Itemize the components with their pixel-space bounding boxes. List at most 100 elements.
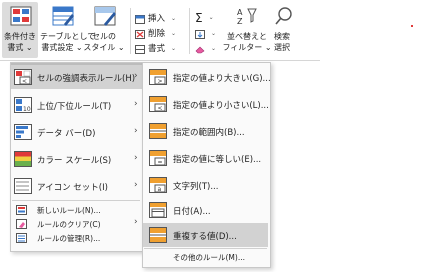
chevron-right-icon: › xyxy=(134,180,138,190)
sort-filter-label: 並べ替えと フィルター ⌄ xyxy=(222,32,272,52)
submenu-item-label: 指定の値より大きい(G)... xyxy=(173,74,271,84)
delete-button[interactable]: 削除 ⌄ xyxy=(135,28,176,40)
delete-label: 削除 xyxy=(148,29,166,39)
format-button[interactable]: 書式 ⌄ xyxy=(135,43,176,55)
submenu-item-text-contains[interactable]: a 文字列(T)... xyxy=(143,173,268,197)
menu-item-new-rule[interactable]: 新しいルール(N)... xyxy=(11,203,142,217)
ribbon: 条件付き 書式 ⌄ テーブルとして 書式設定 ⌄ セルの スタイル ⌄ 挿入 ⌄ … xyxy=(0,0,430,62)
new-rule-icon xyxy=(16,205,27,215)
submenu-item-label: 指定の値に等しい(E)... xyxy=(173,155,262,165)
find-select-button[interactable]: 検索 選択 xyxy=(270,2,300,58)
menu-item-clear-rules[interactable]: ルールのクリア(C) › xyxy=(11,217,142,231)
manage-rules-icon xyxy=(16,233,27,243)
search-icon xyxy=(275,7,292,25)
menu-item-label: ルールのクリア(C) xyxy=(37,220,101,229)
menu-item-top-bottom[interactable]: 10 上位/下位ルール(T) › xyxy=(11,93,142,117)
submenu-item-date-occurring[interactable]: 日付(A)... xyxy=(143,198,268,222)
submenu-item-between[interactable]: 指定の範囲内(B)... xyxy=(143,119,268,143)
submenu-item-label: 重複する値(D)... xyxy=(173,232,237,242)
greater-than-icon: > xyxy=(149,69,167,85)
conditional-formatting-icon xyxy=(10,6,32,26)
chevron-down-icon: ⌄ xyxy=(171,30,177,37)
submenu-item-label: 指定の値より小さい(L)... xyxy=(173,101,269,111)
less-than-icon: < xyxy=(149,96,167,112)
format-label: 書式 xyxy=(148,44,166,54)
menu-item-icon-sets[interactable]: アイコン セット(I) › xyxy=(11,174,142,198)
chevron-down-icon: ⌄ xyxy=(211,45,217,52)
duplicate-values-icon xyxy=(149,227,167,243)
chevron-down-icon: ⌄ xyxy=(171,15,177,22)
conditional-formatting-button[interactable]: 条件付き 書式 ⌄ xyxy=(2,2,38,58)
submenu-item-label: 文字列(T)... xyxy=(173,182,219,192)
sigma-icon: Σ xyxy=(195,11,203,25)
svg-text:<: < xyxy=(22,78,27,85)
menu-item-color-scales[interactable]: カラー スケール(S) › xyxy=(11,147,142,171)
insert-label: 挿入 xyxy=(148,14,166,24)
submenu-item-more-rules[interactable]: その他のルール(M)... xyxy=(143,250,268,264)
chevron-down-icon: ⌄ xyxy=(211,30,217,37)
submenu-item-less-than[interactable]: < 指定の値より小さい(L)... xyxy=(143,92,269,116)
menu-item-manage-rules[interactable]: ルールの管理(R)... xyxy=(11,231,142,245)
submenu-separator xyxy=(144,248,267,249)
chevron-down-icon: ⌄ xyxy=(171,45,177,52)
menu-item-label: カラー スケール(S) xyxy=(37,156,112,166)
find-select-label: 検索 選択 xyxy=(274,32,290,52)
submenu-item-duplicate-values[interactable]: 重複する値(D)... xyxy=(143,223,268,247)
menu-item-label: セルの強調表示ルール(H) xyxy=(37,74,136,84)
insert-icon xyxy=(135,14,145,24)
submenu-item-label: 指定の範囲内(B)... xyxy=(173,128,245,138)
color-scales-icon xyxy=(14,151,32,167)
date-occurring-icon xyxy=(149,202,167,218)
chevron-right-icon: › xyxy=(134,99,138,109)
menu-item-highlight-rules[interactable]: < セルの強調表示ルール(H) › xyxy=(11,65,142,89)
ribbon-separator xyxy=(130,8,131,54)
format-icon xyxy=(135,44,145,54)
ribbon-marker-dot xyxy=(411,25,413,27)
equal-to-icon: = xyxy=(149,150,167,166)
chevron-right-icon: › xyxy=(134,153,138,163)
format-as-table-label: テーブルとして 書式設定 ⌄ xyxy=(40,32,96,52)
chevron-right-icon: › xyxy=(134,217,138,227)
menu-item-label: データ バー(D) xyxy=(37,129,96,139)
eraser-icon xyxy=(195,46,205,53)
conditional-formatting-label: 条件付き 書式 ⌄ xyxy=(4,32,36,52)
icon-sets-icon xyxy=(14,178,32,194)
chevron-down-icon: ⌄ xyxy=(208,14,214,21)
menu-separator xyxy=(12,200,140,201)
format-as-table-icon xyxy=(52,6,74,26)
svg-text:=: = xyxy=(158,159,163,166)
cell-styles-button[interactable]: セルの スタイル ⌄ xyxy=(83,2,125,58)
data-bars-icon xyxy=(14,124,32,140)
clear-rules-icon xyxy=(16,219,27,229)
sort-filter-icon: A Z xyxy=(237,8,257,26)
menu-item-label: ルールの管理(R)... xyxy=(37,234,101,243)
chevron-right-icon: › xyxy=(134,126,138,136)
svg-text:a: a xyxy=(158,186,162,193)
ribbon-bottom-border xyxy=(0,60,320,61)
top-bottom-icon: 10 xyxy=(14,97,32,113)
autosum-button[interactable]: Σ ⌄ xyxy=(195,12,214,24)
text-contains-icon: a xyxy=(149,177,167,193)
svg-text:<: < xyxy=(158,105,163,112)
svg-text:Z: Z xyxy=(237,17,243,26)
chevron-right-icon: › xyxy=(134,71,138,81)
svg-text:>: > xyxy=(158,78,163,85)
highlight-rules-icon: < xyxy=(14,69,32,85)
clear-button[interactable]: ⌄ xyxy=(195,43,216,55)
cell-styles-label: セルの スタイル ⌄ xyxy=(83,32,125,52)
submenu-item-label: 日付(A)... xyxy=(173,207,211,217)
svg-text:10: 10 xyxy=(23,106,31,113)
insert-button[interactable]: 挿入 ⌄ xyxy=(135,13,176,25)
fill-down-icon xyxy=(195,29,205,39)
menu-item-data-bars[interactable]: データ バー(D) › xyxy=(11,120,142,144)
svg-text:A: A xyxy=(237,8,243,17)
fill-button[interactable]: ⌄ xyxy=(195,28,216,40)
delete-icon xyxy=(135,29,145,39)
format-as-table-button[interactable]: テーブルとして 書式設定 ⌄ xyxy=(40,2,95,58)
sort-filter-button[interactable]: A Z 並べ替えと フィルター ⌄ xyxy=(222,2,271,58)
submenu-item-greater-than[interactable]: > 指定の値より大きい(G)... xyxy=(143,65,271,89)
between-icon xyxy=(149,123,167,139)
menu-item-label: 上位/下位ルール(T) xyxy=(37,102,112,112)
submenu-item-equal-to[interactable]: = 指定の値に等しい(E)... xyxy=(143,146,268,170)
menu-item-label: 新しいルール(N)... xyxy=(37,206,101,215)
